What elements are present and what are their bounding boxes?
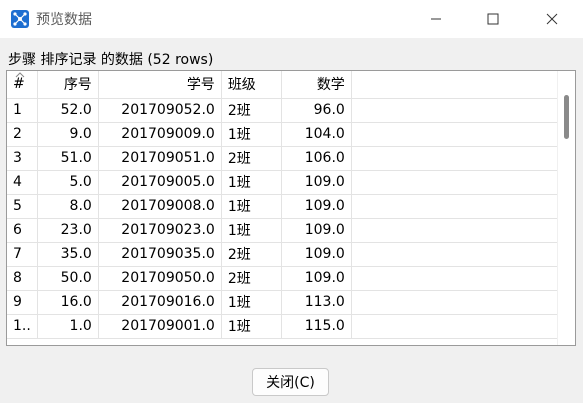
table-row[interactable]: 1 52.0 201709052.0 2班 96.0	[7, 98, 562, 123]
column-header-seq[interactable]: 序号	[37, 71, 99, 99]
app-icon	[11, 10, 29, 28]
column-header-class[interactable]: 班级	[221, 71, 282, 99]
table-row[interactable]: 6 23.0 201709023.0 1班 109.0	[7, 218, 562, 243]
cell-student-id: 201709035.0	[98, 242, 222, 267]
cell-class: 2班	[221, 98, 282, 123]
row-index: 6	[7, 218, 38, 243]
cell-class: 1班	[221, 122, 282, 147]
row-index: 1..	[7, 314, 38, 339]
cell-filler	[351, 314, 562, 339]
cell-class: 1班	[221, 290, 282, 315]
cell-student-id: 201709009.0	[98, 122, 222, 147]
cell-filler	[351, 146, 562, 171]
close-dialog-button[interactable]: 关闭(C)	[252, 368, 329, 396]
row-index: 1	[7, 98, 38, 123]
cell-class: 2班	[221, 266, 282, 291]
cell-math: 109.0	[281, 266, 352, 291]
table-row[interactable]: 5 8.0 201709008.0 1班 109.0	[7, 194, 562, 219]
cell-filler	[351, 266, 562, 291]
scrollbar-thumb[interactable]	[564, 95, 569, 139]
table-row[interactable]: 1.. 1.0 201709001.0 1班 115.0	[7, 314, 562, 339]
header-row: # 序号 学号 班级 数学	[7, 71, 562, 99]
table-row[interactable]: 2 9.0 201709009.0 1班 104.0	[7, 122, 562, 147]
cell-class: 1班	[221, 314, 282, 339]
table-row[interactable]: 7 35.0 201709035.0 2班 109.0	[7, 242, 562, 267]
cell-seq: 5.0	[37, 170, 99, 195]
close-window-button[interactable]	[526, 0, 578, 38]
cell-student-id: 201709051.0	[98, 146, 222, 171]
sort-indicator-icon	[15, 72, 25, 78]
cell-filler	[351, 98, 562, 123]
cell-seq: 35.0	[37, 242, 99, 267]
cell-student-id: 201709050.0	[98, 266, 222, 291]
row-index: 7	[7, 242, 38, 267]
title-bar: 预览数据	[0, 0, 583, 38]
cell-math: 115.0	[281, 314, 352, 339]
cell-seq: 1.0	[37, 314, 99, 339]
cell-filler	[351, 122, 562, 147]
row-index: 2	[7, 122, 38, 147]
column-header-filler	[351, 71, 562, 99]
cell-math: 109.0	[281, 242, 352, 267]
cell-filler	[351, 290, 562, 315]
cell-class: 2班	[221, 242, 282, 267]
cell-seq: 8.0	[37, 194, 99, 219]
cell-math: 113.0	[281, 290, 352, 315]
row-index: 8	[7, 266, 38, 291]
cell-student-id: 201709023.0	[98, 218, 222, 243]
window-title: 预览数据	[36, 12, 92, 28]
minimize-icon	[431, 18, 441, 20]
cell-seq: 23.0	[37, 218, 99, 243]
maximize-icon	[487, 13, 499, 25]
cell-filler	[351, 170, 562, 195]
cell-math: 109.0	[281, 170, 352, 195]
data-table: # 序号 学号 班级 数学 1 52.0 201709052.0 2班 96.0…	[7, 71, 562, 339]
cell-class: 1班	[221, 218, 282, 243]
cell-math: 109.0	[281, 218, 352, 243]
row-index: 3	[7, 146, 38, 171]
cell-seq: 50.0	[37, 266, 99, 291]
cell-student-id: 201709016.0	[98, 290, 222, 315]
cell-student-id: 201709001.0	[98, 314, 222, 339]
cell-seq: 52.0	[37, 98, 99, 123]
data-grid[interactable]: # 序号 学号 班级 数学 1 52.0 201709052.0 2班 96.0…	[6, 70, 576, 346]
table-row[interactable]: 3 51.0 201709051.0 2班 106.0	[7, 146, 562, 171]
cell-seq: 51.0	[37, 146, 99, 171]
cell-class: 2班	[221, 146, 282, 171]
column-header-index[interactable]: #	[7, 71, 38, 99]
cell-math: 109.0	[281, 194, 352, 219]
cell-student-id: 201709008.0	[98, 194, 222, 219]
column-header-math[interactable]: 数学	[281, 71, 352, 99]
table-row[interactable]: 9 16.0 201709016.0 1班 113.0	[7, 290, 562, 315]
close-icon	[546, 13, 558, 25]
cell-filler	[351, 194, 562, 219]
cell-seq: 16.0	[37, 290, 99, 315]
table-row[interactable]: 8 50.0 201709050.0 2班 109.0	[7, 266, 562, 291]
row-index: 4	[7, 170, 38, 195]
row-index: 5	[7, 194, 38, 219]
cell-filler	[351, 218, 562, 243]
data-caption: 步骤 排序记录 的数据 (52 rows)	[8, 52, 214, 68]
table-row[interactable]: 4 5.0 201709005.0 1班 109.0	[7, 170, 562, 195]
cell-student-id: 201709005.0	[98, 170, 222, 195]
cell-math: 96.0	[281, 98, 352, 123]
cell-student-id: 201709052.0	[98, 98, 222, 123]
maximize-button[interactable]	[467, 0, 519, 38]
cell-seq: 9.0	[37, 122, 99, 147]
row-index: 9	[7, 290, 38, 315]
column-header-student-id[interactable]: 学号	[98, 71, 222, 99]
cell-class: 1班	[221, 170, 282, 195]
minimize-button[interactable]	[410, 0, 462, 38]
cell-math: 106.0	[281, 146, 352, 171]
cell-class: 1班	[221, 194, 282, 219]
cell-filler	[351, 242, 562, 267]
vertical-scrollbar[interactable]	[557, 71, 575, 345]
cell-math: 104.0	[281, 122, 352, 147]
